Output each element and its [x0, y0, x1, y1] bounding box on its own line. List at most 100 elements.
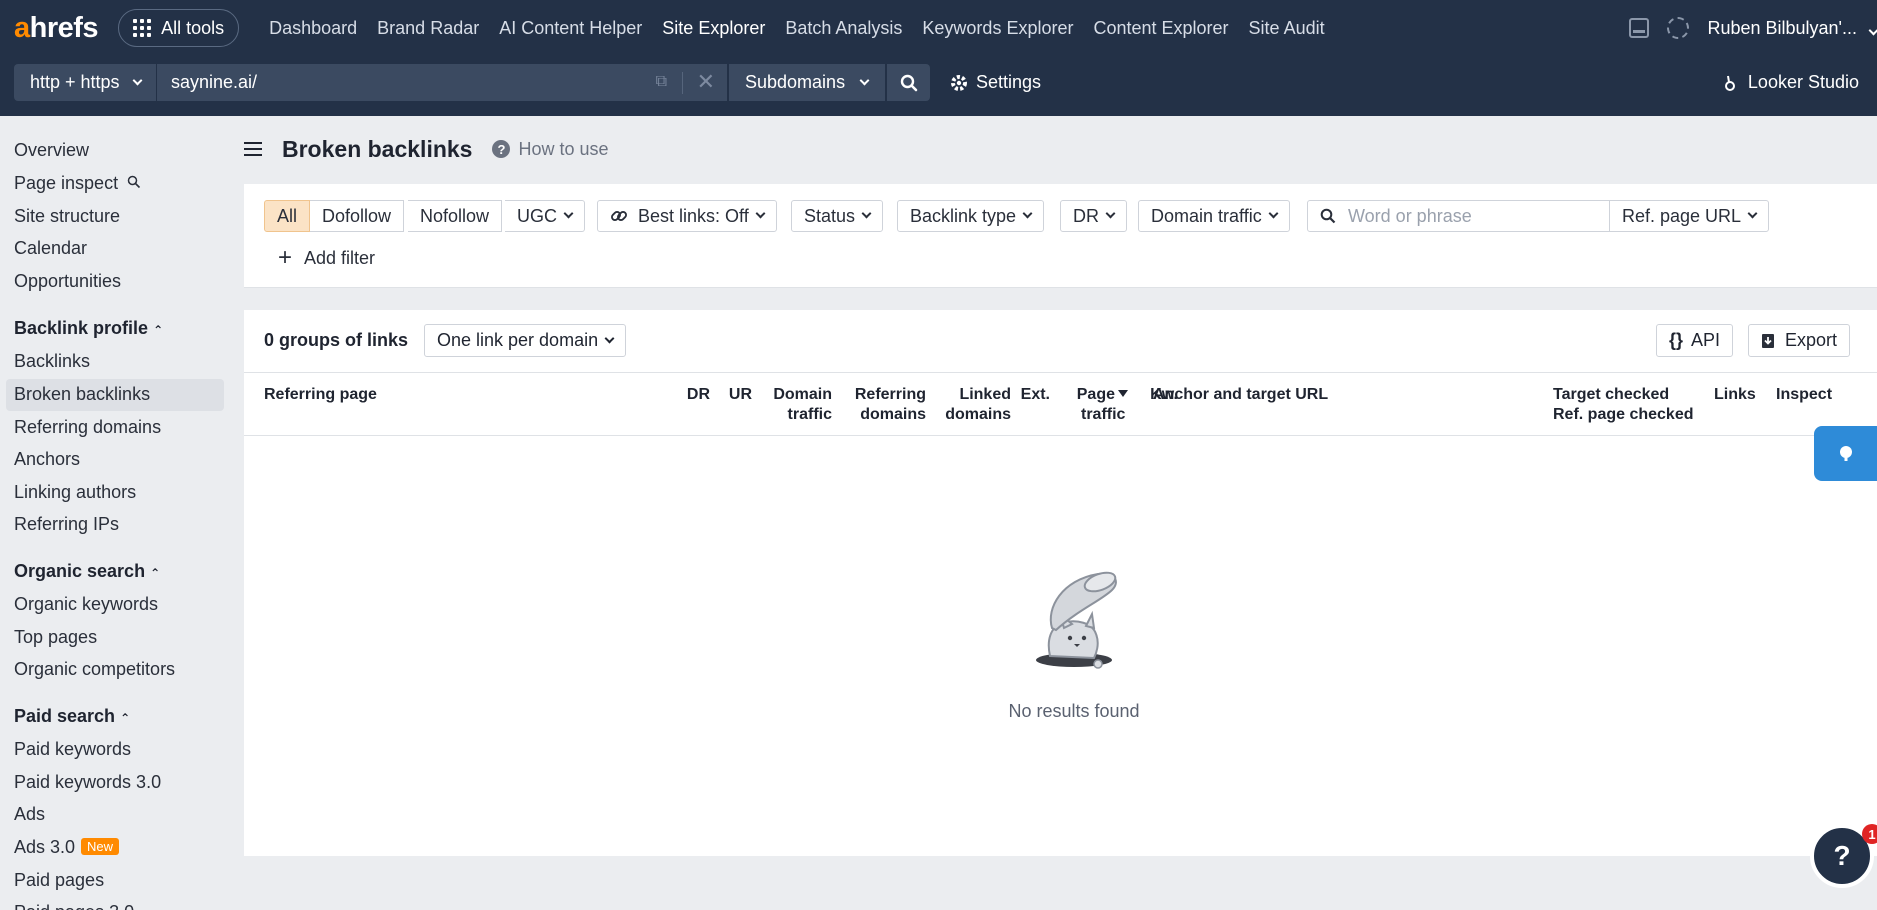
status-dropdown[interactable]: Status — [791, 200, 884, 232]
col-checked-dates[interactable]: Target checked Ref. page checked — [1553, 385, 1694, 425]
chat-bubble-icon — [1839, 445, 1852, 461]
gear-icon — [951, 74, 967, 91]
chevron-down-icon — [132, 75, 143, 85]
nav-keywords-explorer[interactable]: Keywords Explorer — [912, 18, 1083, 39]
sidebar-item-ads-3[interactable]: Ads 3.0 New — [14, 837, 120, 858]
filter-all[interactable]: All — [264, 200, 311, 232]
page-header: Broken backlinks ? How to use — [244, 132, 609, 166]
results-panel: 0 groups of links One link per domain {}… — [244, 310, 1877, 856]
chevron-down-icon — [755, 208, 766, 219]
looker-icon — [1724, 75, 1735, 91]
clear-icon[interactable]: ✕ — [697, 69, 715, 95]
filter-ugc[interactable]: UGC — [505, 200, 585, 232]
col-inspect[interactable]: Inspect — [1776, 385, 1832, 405]
sidebar-item-page-inspect[interactable]: Page inspect — [14, 173, 141, 194]
sidebar-item-broken-backlinks[interactable]: Broken backlinks — [14, 384, 150, 405]
menu-toggle-icon[interactable] — [244, 142, 262, 156]
nav-site-audit[interactable]: Site Audit — [1239, 18, 1335, 39]
add-filter-button[interactable]: + Add filter — [278, 246, 375, 270]
col-referring-page[interactable]: Referring page — [264, 385, 377, 405]
api-button[interactable]: {} API — [1656, 324, 1734, 357]
sidebar-item-referring-domains[interactable]: Referring domains — [14, 417, 161, 438]
sidebar-item-paid-pages-3[interactable]: Paid pages 3.0 — [14, 902, 134, 910]
how-to-use-link[interactable]: ? How to use — [492, 139, 609, 160]
page-title: Broken backlinks — [282, 135, 473, 162]
filter-dofollow[interactable]: Dofollow — [310, 200, 405, 232]
sidebar-item-backlinks[interactable]: Backlinks — [14, 351, 90, 372]
sidebar-item-top-pages[interactable]: Top pages — [14, 627, 97, 648]
sidebar-item-paid-pages[interactable]: Paid pages — [14, 870, 104, 891]
sidebar-section-organic-search[interactable]: Organic search ⌃ — [14, 561, 160, 582]
plus-icon: + — [278, 244, 293, 271]
open-external-icon[interactable]: ⧉ — [656, 73, 667, 91]
sidebar-item-opportunities[interactable]: Opportunities — [14, 271, 121, 292]
col-links[interactable]: Links — [1714, 385, 1756, 405]
word-or-phrase-input[interactable]: Word or phrase — [1307, 200, 1613, 232]
chevron-down-icon — [1868, 25, 1877, 35]
sidebar-item-paid-keywords[interactable]: Paid keywords — [14, 739, 131, 760]
backlink-type-dropdown[interactable]: Backlink type — [897, 200, 1045, 232]
filter-nofollow[interactable]: Nofollow — [408, 200, 503, 232]
sidebar-item-site-structure[interactable]: Site structure — [14, 206, 120, 227]
mode-select[interactable]: Subdomains — [729, 64, 885, 101]
feedback-tab[interactable] — [1814, 426, 1877, 481]
help-circle-icon: ? — [492, 140, 511, 158]
download-icon — [1762, 333, 1774, 348]
search-button[interactable] — [887, 64, 930, 101]
sidebar-item-referring-ips[interactable]: Referring IPs — [14, 514, 119, 535]
ahrefs-logo[interactable]: ahrefs — [14, 12, 99, 45]
sidebar-item-paid-keywords-3[interactable]: Paid keywords 3.0 — [14, 772, 161, 793]
sidebar-item-organic-keywords[interactable]: Organic keywords — [14, 594, 158, 615]
sidebar-item-anchors[interactable]: Anchors — [14, 449, 80, 470]
table-header: Referring page DR UR Domain traffic Refer… — [244, 372, 1877, 436]
col-ext[interactable]: Ext. — [996, 385, 1050, 405]
target-url-input[interactable]: saynine.ai/ ⧉ ✕ — [157, 64, 727, 101]
filter-panel: All Dofollow Nofollow UGC Best links: Of… — [244, 184, 1877, 288]
protocol-select[interactable]: http + https — [14, 64, 156, 101]
grouping-dropdown[interactable]: One link per domain — [424, 324, 627, 357]
chevron-down-icon — [1747, 208, 1758, 219]
nav-brand-radar[interactable]: Brand Radar — [367, 18, 489, 39]
notification-badge: 1 — [1862, 824, 1877, 844]
domain-traffic-dropdown[interactable]: Domain traffic — [1138, 200, 1290, 232]
nav-content-explorer[interactable]: Content Explorer — [1083, 18, 1238, 39]
credits-gauge-icon[interactable] — [1667, 17, 1690, 39]
sidebar-section-backlink-profile[interactable]: Backlink profile ⌃ — [14, 318, 163, 339]
target-search-bar: http + https saynine.ai/ ⧉ ✕ Subdomains … — [0, 56, 1877, 116]
best-links-dropdown[interactable]: Best links: Off — [597, 200, 777, 232]
top-navigation-bar: ahrefs All tools Dashboard Brand Radar A… — [0, 0, 1877, 56]
settings-button[interactable]: Settings — [950, 64, 1041, 101]
user-menu[interactable]: Ruben Bilbulyan'... — [1707, 18, 1877, 39]
sidebar-item-overview[interactable]: Overview — [14, 140, 89, 161]
col-anchor-target[interactable]: Anchor and target URL — [1153, 385, 1328, 405]
all-tools-label: All tools — [161, 17, 225, 38]
search-icon — [127, 175, 141, 189]
sidebar-item-organic-competitors[interactable]: Organic competitors — [14, 659, 175, 680]
nav-site-explorer[interactable]: Site Explorer — [652, 18, 775, 39]
col-linked-domains[interactable]: Linked domains — [904, 385, 1011, 425]
nav-dashboard[interactable]: Dashboard — [259, 18, 367, 39]
nav-ai-content-helper[interactable]: AI Content Helper — [489, 18, 652, 39]
new-badge: New — [81, 838, 120, 855]
export-button[interactable]: Export — [1748, 324, 1851, 357]
looker-studio-button[interactable]: Looker Studio — [1722, 64, 1859, 101]
nav-batch-analysis[interactable]: Batch Analysis — [775, 18, 912, 39]
inbox-icon[interactable] — [1629, 18, 1650, 38]
sidebar-item-ads[interactable]: Ads — [14, 804, 45, 825]
groups-count: 0 groups of links — [264, 330, 409, 350]
chevron-down-icon — [861, 208, 872, 219]
search-icon — [1320, 208, 1336, 224]
main-nav: Dashboard Brand Radar AI Content Helper … — [259, 18, 1335, 39]
all-tools-button[interactable]: All tools — [118, 9, 240, 47]
empty-state: No results found — [944, 568, 1204, 722]
dr-dropdown[interactable]: DR — [1060, 200, 1127, 232]
ref-page-url-dropdown[interactable]: Ref. page URL — [1609, 200, 1770, 232]
chevron-down-icon — [563, 208, 574, 219]
empty-state-illustration — [1036, 571, 1117, 669]
sidebar-section-paid-search[interactable]: Paid search ⌃ — [14, 706, 130, 727]
chevron-down-icon — [1022, 208, 1033, 219]
sidebar-item-calendar[interactable]: Calendar — [14, 238, 87, 259]
sidebar-item-linking-authors[interactable]: Linking authors — [14, 482, 136, 503]
chevron-down-icon — [1268, 208, 1279, 219]
top-right-tools: Ruben Bilbulyan'... — [1629, 0, 1877, 56]
